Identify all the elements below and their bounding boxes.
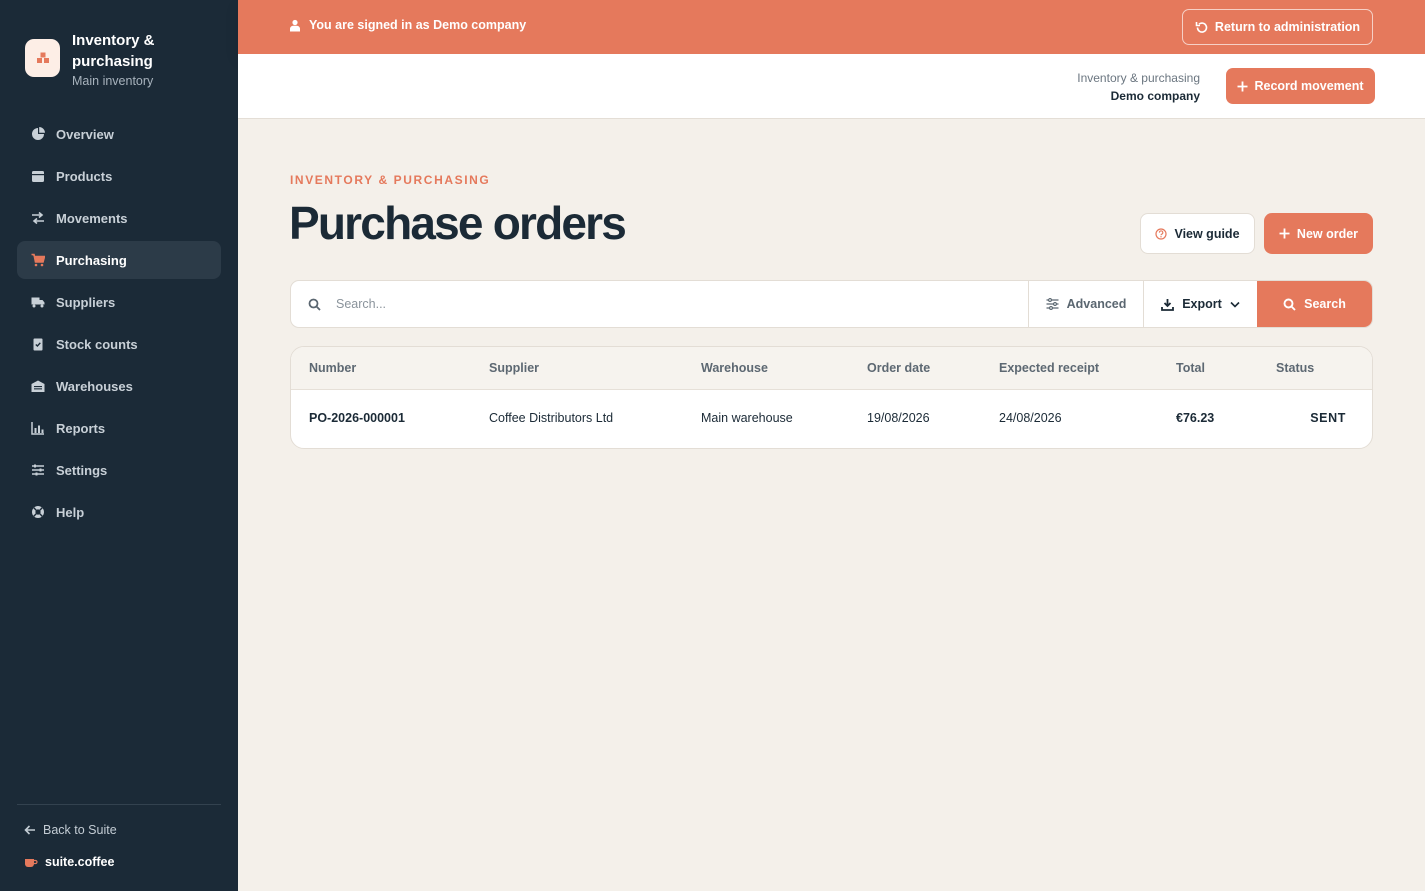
sidebar-item-help[interactable]: Help bbox=[17, 493, 221, 531]
undo-icon bbox=[1195, 21, 1208, 33]
table-row[interactable]: PO-2026-000001 Coffee Distributors Ltd M… bbox=[291, 390, 1372, 448]
view-guide-label: View guide bbox=[1174, 226, 1240, 241]
cell-warehouse: Main warehouse bbox=[701, 411, 793, 425]
sidebar-item-label: Products bbox=[56, 168, 113, 184]
new-order-button[interactable]: New order bbox=[1264, 213, 1373, 254]
back-to-suite-link[interactable]: Back to Suite bbox=[24, 823, 117, 837]
cell-number[interactable]: PO-2026-000001 bbox=[309, 411, 405, 425]
view-guide-button[interactable]: View guide bbox=[1140, 213, 1255, 254]
back-to-suite-label: Back to Suite bbox=[43, 823, 117, 837]
page-eyebrow: INVENTORY & PURCHASING bbox=[290, 173, 491, 187]
sidebar-item-label: Reports bbox=[56, 420, 106, 436]
sidebar-item-suppliers[interactable]: Suppliers bbox=[17, 283, 221, 321]
plus-icon bbox=[1279, 228, 1290, 239]
sidebar-divider bbox=[17, 804, 221, 805]
clipboard-check-icon bbox=[30, 336, 46, 352]
export-label: Export bbox=[1182, 297, 1222, 311]
sidebar-item-label: Warehouses bbox=[56, 378, 133, 394]
sliders-icon bbox=[30, 462, 46, 478]
sidebar-item-label: Purchasing bbox=[56, 252, 127, 268]
lifebuoy-icon bbox=[30, 504, 46, 520]
banner-message-text: You are signed in as Demo company bbox=[309, 18, 527, 32]
new-order-label: New order bbox=[1296, 226, 1359, 241]
sidebar-item-label: Movements bbox=[56, 210, 128, 226]
sliders-icon bbox=[1046, 298, 1059, 310]
pie-chart-icon bbox=[30, 126, 46, 142]
swap-arrows-icon bbox=[30, 210, 46, 226]
question-circle-icon bbox=[1155, 227, 1168, 240]
record-movement-button[interactable]: Record movement bbox=[1226, 68, 1375, 104]
search-bar: Advanced Export Search bbox=[290, 280, 1373, 328]
column-header-expected-receipt[interactable]: Expected receipt bbox=[999, 361, 1099, 375]
table-header: Number Supplier Warehouse Order date Exp… bbox=[291, 347, 1372, 390]
record-movement-label: Record movement bbox=[1254, 79, 1364, 93]
sidebar-item-warehouses[interactable]: Warehouses bbox=[17, 367, 221, 405]
search-icon bbox=[1283, 298, 1296, 311]
brand[interactable]: Inventory & purchasing Main inventory bbox=[25, 30, 212, 89]
cell-order-date: 19/08/2026 bbox=[867, 411, 930, 425]
column-header-warehouse[interactable]: Warehouse bbox=[701, 361, 768, 375]
column-header-order-date[interactable]: Order date bbox=[867, 361, 930, 375]
truck-icon bbox=[30, 294, 46, 310]
context-company: Demo company bbox=[1110, 89, 1200, 103]
return-to-administration-button[interactable]: Return to administration bbox=[1182, 9, 1373, 45]
sidebar-item-products[interactable]: Products bbox=[17, 157, 221, 195]
suite-logo[interactable]: suite.coffee bbox=[24, 855, 114, 869]
advanced-filter-button[interactable]: Advanced bbox=[1028, 281, 1143, 327]
sidebar-item-overview[interactable]: Overview bbox=[17, 115, 221, 153]
sidebar-item-movements[interactable]: Movements bbox=[17, 199, 221, 237]
advanced-label: Advanced bbox=[1066, 297, 1127, 311]
sidebar-item-stock-counts[interactable]: Stock counts bbox=[17, 325, 221, 363]
chevron-down-icon bbox=[1230, 301, 1240, 308]
top-header: Inventory & purchasing Demo company Reco… bbox=[238, 54, 1425, 119]
brand-title: Inventory & purchasing bbox=[72, 32, 155, 70]
search-button[interactable]: Search bbox=[1257, 281, 1372, 327]
column-header-number[interactable]: Number bbox=[309, 361, 356, 375]
context-app: Inventory & purchasing bbox=[1077, 71, 1200, 85]
cell-total: €76.23 bbox=[1176, 411, 1215, 425]
search-field bbox=[291, 281, 1028, 327]
return-to-administration-label: Return to administration bbox=[1214, 20, 1361, 34]
sidebar-item-label: Stock counts bbox=[56, 336, 138, 352]
suite-logo-label: suite.coffee bbox=[45, 855, 115, 869]
warehouse-icon bbox=[30, 378, 46, 394]
sidebar-item-purchasing[interactable]: Purchasing bbox=[17, 241, 221, 279]
coffee-cup-icon bbox=[25, 859, 38, 867]
user-badge-icon bbox=[290, 19, 300, 31]
cell-expected-receipt: 24/08/2026 bbox=[999, 411, 1062, 425]
purchase-orders-table: Number Supplier Warehouse Order date Exp… bbox=[290, 346, 1373, 449]
arrow-left-icon bbox=[24, 825, 35, 835]
search-icon bbox=[308, 298, 321, 311]
cart-icon bbox=[30, 252, 46, 268]
context-info: Inventory & purchasing Demo company bbox=[1077, 69, 1200, 105]
sidebar-nav: Overview Products Movements Purchasing S… bbox=[17, 115, 221, 535]
bar-chart-icon bbox=[30, 420, 46, 436]
column-header-status[interactable]: Status bbox=[1276, 361, 1314, 375]
sidebar-item-settings[interactable]: Settings bbox=[17, 451, 221, 489]
impersonation-banner: You are signed in as Demo company Return… bbox=[238, 0, 1425, 54]
search-input[interactable] bbox=[336, 297, 936, 311]
brand-logo-icon bbox=[25, 39, 60, 77]
column-header-supplier[interactable]: Supplier bbox=[489, 361, 539, 375]
brand-subtitle: Main inventory bbox=[72, 74, 154, 88]
export-dropdown-button[interactable]: Export bbox=[1143, 281, 1257, 327]
sidebar-item-label: Suppliers bbox=[56, 294, 116, 310]
banner-message: You are signed in as Demo company bbox=[289, 18, 526, 32]
box-icon bbox=[30, 168, 46, 184]
sidebar-item-label: Settings bbox=[56, 462, 108, 478]
column-header-total[interactable]: Total bbox=[1176, 361, 1205, 375]
plus-icon bbox=[1237, 81, 1248, 91]
status-badge: SENT bbox=[1310, 411, 1346, 425]
search-button-label: Search bbox=[1304, 297, 1346, 311]
download-icon bbox=[1161, 298, 1175, 311]
sidebar: Inventory & purchasing Main inventory Ov… bbox=[0, 0, 238, 891]
page-title: Purchase orders bbox=[289, 197, 627, 249]
sidebar-item-label: Help bbox=[56, 504, 85, 520]
sidebar-item-label: Overview bbox=[56, 126, 114, 142]
sidebar-item-reports[interactable]: Reports bbox=[17, 409, 221, 447]
cell-supplier: Coffee Distributors Ltd bbox=[489, 411, 614, 425]
